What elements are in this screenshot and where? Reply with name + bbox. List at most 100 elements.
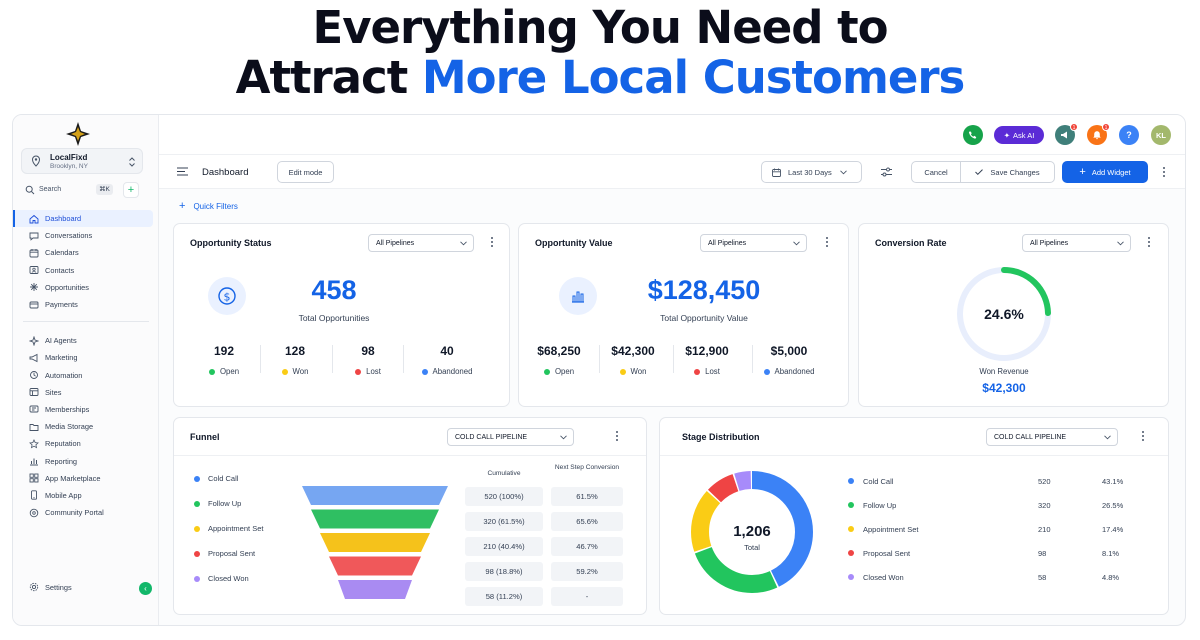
sidebar-search[interactable]: Search ⌘K bbox=[23, 183, 115, 197]
stat-label-text: Won bbox=[630, 367, 647, 376]
megaphone-icon bbox=[29, 353, 38, 363]
cancel-button[interactable]: Cancel bbox=[911, 161, 961, 183]
stat-won: $42,300 Won bbox=[593, 344, 673, 376]
sidebar-item-payments[interactable]: Payments bbox=[13, 296, 159, 313]
card-more-icon[interactable] bbox=[1147, 237, 1151, 249]
funnel-legend-item: Follow Up bbox=[194, 499, 241, 508]
sidebar-item-app-marketplace[interactable]: App Marketplace bbox=[13, 470, 159, 487]
announcements-badge: 1 bbox=[1070, 123, 1078, 131]
next-step-column-header: Next Step Conversion bbox=[554, 464, 620, 471]
sidebar-item-reporting[interactable]: Reporting bbox=[13, 452, 159, 469]
chevron-left-icon: ‹ bbox=[144, 584, 147, 593]
donut-total-label: Total bbox=[744, 543, 760, 552]
map-pin-icon bbox=[31, 155, 41, 167]
pipeline-select[interactable]: COLD CALL PIPELINE bbox=[986, 428, 1118, 446]
pipeline-select[interactable]: All Pipelines bbox=[368, 234, 474, 252]
status-dot bbox=[694, 368, 701, 375]
sidebar-item-label: Payments bbox=[45, 300, 78, 310]
user-avatar[interactable]: KL bbox=[1151, 125, 1171, 145]
quick-add-button[interactable]: + bbox=[123, 182, 139, 198]
filter-sliders-icon[interactable] bbox=[881, 167, 892, 177]
next-step-cell: 65.6% bbox=[551, 512, 623, 531]
card-more-icon[interactable] bbox=[1141, 431, 1145, 443]
ask-ai-label: Ask AI bbox=[1013, 130, 1035, 140]
stat-divider bbox=[403, 345, 404, 373]
sidebar-item-media-storage[interactable]: Media Storage bbox=[13, 418, 159, 435]
phone-button[interactable] bbox=[963, 125, 983, 145]
help-button[interactable]: ? bbox=[1119, 125, 1139, 145]
sidebar-item-opportunities[interactable]: Opportunities bbox=[13, 279, 159, 296]
sidebar-item-contacts[interactable]: Contacts bbox=[13, 262, 159, 279]
card-more-icon[interactable] bbox=[490, 237, 494, 249]
automation-icon bbox=[30, 371, 38, 380]
sidebar-item-dashboard[interactable]: Dashboard bbox=[13, 210, 153, 228]
collapse-sidebar-button[interactable]: ‹ bbox=[139, 582, 152, 595]
stage-label: Closed Won bbox=[863, 572, 904, 582]
gear-icon bbox=[29, 582, 39, 592]
date-range-select[interactable]: Last 30 Days bbox=[761, 161, 862, 183]
stat-label-text: Lost bbox=[705, 367, 720, 376]
sidebar-item-sites[interactable]: Sites bbox=[13, 384, 159, 401]
stat-value: $42,300 bbox=[611, 344, 655, 358]
sidebar-item-settings[interactable]: Settings bbox=[29, 582, 72, 592]
card-title: Conversion Rate bbox=[875, 238, 947, 248]
chevron-down-icon bbox=[839, 169, 847, 174]
stage-distribution-row: Closed Won 58 4.8% bbox=[848, 570, 1148, 584]
sidebar-item-marketing[interactable]: Marketing bbox=[13, 349, 159, 366]
stage-distribution-row: Cold Call 520 43.1% bbox=[848, 474, 1148, 488]
stat-value: 192 bbox=[213, 344, 235, 358]
stat-divider bbox=[332, 345, 333, 373]
opportunities-icon bbox=[30, 283, 38, 292]
sidebar-item-conversations[interactable]: Conversations bbox=[13, 227, 159, 244]
sidebar-item-mobile-app[interactable]: Mobile App bbox=[13, 487, 159, 504]
card-more-icon[interactable] bbox=[615, 431, 619, 443]
memberships-icon bbox=[29, 406, 39, 413]
sparkle-icon: ✦ bbox=[1003, 130, 1011, 140]
sidebar-item-memberships[interactable]: Memberships bbox=[13, 401, 159, 418]
sidebar-item-automation[interactable]: Automation bbox=[13, 367, 159, 384]
grid-icon bbox=[29, 473, 39, 483]
sidebar-item-label: Calendars bbox=[45, 248, 79, 258]
sidebar-item-reputation[interactable]: Reputation bbox=[13, 435, 159, 452]
pipeline-select[interactable]: All Pipelines bbox=[1022, 234, 1131, 252]
stage-label: Follow Up bbox=[863, 500, 897, 510]
sidebar-item-label: Automation bbox=[45, 370, 83, 380]
toolbar-more-icon[interactable] bbox=[1162, 167, 1166, 179]
quick-filters-button[interactable]: + Quick Filters bbox=[179, 200, 238, 212]
notifications-button[interactable]: 1 bbox=[1087, 123, 1110, 145]
stat-label-text: Open bbox=[219, 367, 240, 376]
add-widget-button[interactable]: + Add Widget bbox=[1062, 161, 1148, 183]
folder-icon bbox=[29, 423, 39, 431]
svg-text:$: $ bbox=[224, 290, 231, 303]
status-dot bbox=[421, 368, 428, 375]
card-divider bbox=[660, 455, 1168, 456]
stage-name: Appointment Set bbox=[848, 525, 1038, 534]
cumulative-cell: 210 (40.4%) bbox=[465, 537, 543, 556]
card-more-icon[interactable] bbox=[825, 237, 829, 249]
plus-icon: + bbox=[1079, 166, 1086, 178]
announcements-button[interactable]: 1 bbox=[1055, 123, 1078, 145]
legend-dot bbox=[194, 550, 200, 557]
legend-dot bbox=[848, 526, 854, 532]
stage-name: Cold Call bbox=[848, 477, 1038, 486]
pipeline-select[interactable]: COLD CALL PIPELINE bbox=[447, 428, 574, 446]
legend-label: Proposal Sent bbox=[208, 549, 256, 558]
menu-icon[interactable] bbox=[177, 167, 188, 176]
location-switcher[interactable]: LocalFixd Brooklyn, NY bbox=[21, 148, 143, 174]
stat-label: Abandoned bbox=[407, 367, 487, 376]
stage-percent: 8.1% bbox=[1102, 548, 1120, 558]
chat-icon bbox=[29, 232, 39, 241]
ask-ai-button[interactable]: ✦ Ask AI bbox=[994, 126, 1044, 144]
pipeline-select[interactable]: All Pipelines bbox=[700, 234, 807, 252]
stat-label: Lost bbox=[667, 367, 747, 376]
stat-value: 98 bbox=[361, 344, 375, 358]
save-changes-button[interactable]: Save Changes bbox=[960, 161, 1055, 183]
stage-name: Closed Won bbox=[848, 573, 1038, 582]
sidebar-item-ai-agents[interactable]: AI Agents bbox=[13, 332, 159, 349]
edit-mode-button[interactable]: Edit mode bbox=[277, 161, 334, 183]
status-dot bbox=[355, 368, 362, 375]
stat-label: Open bbox=[519, 367, 599, 376]
payments-icon bbox=[29, 301, 39, 308]
sidebar-item-community-portal[interactable]: Community Portal bbox=[13, 504, 159, 521]
sidebar-item-calendars[interactable]: Calendars bbox=[13, 244, 159, 261]
